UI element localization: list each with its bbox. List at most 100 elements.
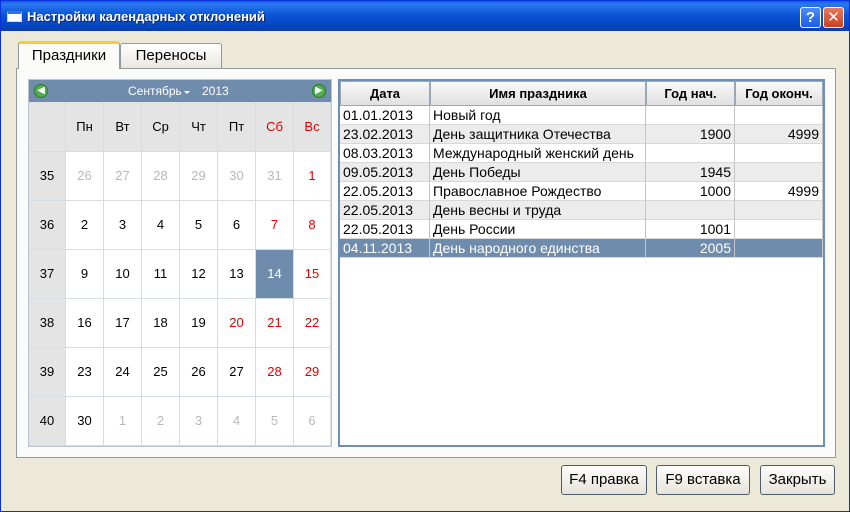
cell-holiday-name[interactable]: День народного единства — [430, 239, 646, 258]
cell-date[interactable]: 23.02.2013 — [340, 125, 430, 144]
table-row[interactable]: 09.05.2013 День Победы 1945 — [340, 163, 823, 182]
cell-holiday-name[interactable]: День весны и труда — [430, 201, 646, 220]
table-row[interactable]: 22.05.2013 День весны и труда — [340, 201, 823, 220]
cell-date[interactable]: 01.01.2013 — [340, 106, 430, 125]
calendar-month[interactable]: Сентябрь — [128, 84, 182, 98]
cell-year-end[interactable] — [735, 201, 823, 220]
calendar-day[interactable]: 1 — [294, 152, 331, 201]
table-row[interactable]: 22.05.2013 День России 1001 — [340, 220, 823, 239]
cell-date[interactable]: 08.03.2013 — [340, 144, 430, 163]
calendar-day[interactable]: 6 — [294, 397, 331, 446]
calendar-day[interactable]: 6 — [218, 201, 256, 250]
table-row[interactable]: 01.01.2013 Новый год — [340, 106, 823, 125]
help-button[interactable]: ? — [800, 7, 821, 28]
calendar-day[interactable]: 29 — [294, 348, 331, 397]
column-header-year-start[interactable]: Год нач. — [646, 81, 735, 106]
cell-year-end[interactable] — [735, 220, 823, 239]
cell-holiday-name[interactable]: Православное Рождество — [430, 182, 646, 201]
calendar-day[interactable]: 23 — [66, 348, 104, 397]
calendar-day[interactable]: 21 — [256, 299, 294, 348]
calendar-day[interactable]: 30 — [66, 397, 104, 446]
calendar-day[interactable]: 7 — [256, 201, 294, 250]
calendar-day[interactable]: 11 — [142, 250, 180, 299]
calendar: ◀ Сентябрь 2013 ▶ Пн Вт Ср Чт Пт Сб Вс 35 26 27 28… — [28, 79, 332, 447]
calendar-day[interactable]: 5 — [180, 201, 218, 250]
calendar-day[interactable]: 8 — [294, 201, 331, 250]
arrow-left-icon[interactable]: ◀ — [34, 84, 48, 98]
calendar-day[interactable]: 3 — [180, 397, 218, 446]
calendar-day[interactable]: 26 — [66, 152, 104, 201]
edit-button[interactable]: F4 правка — [561, 465, 647, 495]
calendar-day[interactable]: 28 — [256, 348, 294, 397]
close-button[interactable]: Закрыть — [760, 465, 835, 495]
calendar-day[interactable]: 10 — [104, 250, 142, 299]
calendar-day[interactable]: 15 — [294, 250, 331, 299]
calendar-day[interactable]: 14 — [256, 250, 294, 299]
calendar-day[interactable]: 25 — [142, 348, 180, 397]
calendar-day[interactable]: 27 — [104, 152, 142, 201]
table-row[interactable]: 23.02.2013 День защитника Отечества 1900 49… — [340, 125, 823, 144]
cell-year-start[interactable]: 2005 — [646, 239, 735, 258]
cell-holiday-name[interactable]: День России — [430, 220, 646, 239]
calendar-day[interactable]: 4 — [142, 201, 180, 250]
cell-holiday-name[interactable]: Международный женский день — [430, 144, 646, 163]
calendar-day[interactable]: 13 — [218, 250, 256, 299]
calendar-day[interactable]: 2 — [66, 201, 104, 250]
cell-date[interactable]: 04.11.2013 — [340, 239, 430, 258]
cell-date[interactable]: 22.05.2013 — [340, 182, 430, 201]
calendar-day[interactable]: 18 — [142, 299, 180, 348]
cell-year-end[interactable] — [735, 163, 823, 182]
calendar-day[interactable]: 29 — [180, 152, 218, 201]
cell-date[interactable]: 09.05.2013 — [340, 163, 430, 182]
calendar-day[interactable]: 16 — [66, 299, 104, 348]
cell-year-start[interactable]: 1000 — [646, 182, 735, 201]
calendar-day[interactable]: 17 — [104, 299, 142, 348]
calendar-year[interactable]: 2013 — [202, 84, 229, 98]
cell-year-start[interactable]: 1900 — [646, 125, 735, 144]
cell-year-start[interactable]: 1001 — [646, 220, 735, 239]
table-row[interactable]: 04.11.2013 День народного единства 2005 — [340, 239, 823, 258]
title-bar[interactable]: Настройки календарных отклонений ? ✕ — [1, 1, 849, 31]
cell-year-end[interactable] — [735, 106, 823, 125]
cell-year-end[interactable]: 4999 — [735, 182, 823, 201]
calendar-day[interactable]: 12 — [180, 250, 218, 299]
calendar-day[interactable]: 3 — [104, 201, 142, 250]
calendar-day[interactable]: 27 — [218, 348, 256, 397]
cell-holiday-name[interactable]: День Победы — [430, 163, 646, 182]
calendar-day[interactable]: 26 — [180, 348, 218, 397]
calendar-day[interactable]: 20 — [218, 299, 256, 348]
chevron-down-icon[interactable] — [184, 91, 190, 94]
cell-year-end[interactable] — [735, 239, 823, 258]
calendar-day[interactable]: 30 — [218, 152, 256, 201]
cell-holiday-name[interactable]: День защитника Отечества — [430, 125, 646, 144]
cell-year-end[interactable] — [735, 144, 823, 163]
cell-year-start[interactable] — [646, 106, 735, 125]
cell-date[interactable]: 22.05.2013 — [340, 201, 430, 220]
calendar-day[interactable]: 24 — [104, 348, 142, 397]
table-row[interactable]: 22.05.2013 Православное Рождество 1000 4999 — [340, 182, 823, 201]
arrow-right-icon[interactable]: ▶ — [312, 84, 326, 98]
calendar-day[interactable]: 19 — [180, 299, 218, 348]
cell-year-start[interactable] — [646, 201, 735, 220]
close-window-button[interactable]: ✕ — [823, 7, 844, 28]
tab-transfers[interactable]: Переносы — [120, 43, 222, 68]
column-header-name[interactable]: Имя праздника — [430, 81, 646, 106]
calendar-day[interactable]: 28 — [142, 152, 180, 201]
tab-holidays[interactable]: Праздники — [18, 41, 120, 69]
column-header-date[interactable]: Дата — [340, 81, 430, 106]
cell-year-end[interactable]: 4999 — [735, 125, 823, 144]
calendar-day[interactable]: 9 — [66, 250, 104, 299]
cell-date[interactable]: 22.05.2013 — [340, 220, 430, 239]
cell-holiday-name[interactable]: Новый год — [430, 106, 646, 125]
calendar-day[interactable]: 1 — [104, 397, 142, 446]
calendar-day[interactable]: 2 — [142, 397, 180, 446]
column-header-year-end[interactable]: Год оконч. — [735, 81, 823, 106]
table-row[interactable]: 08.03.2013 Международный женский день — [340, 144, 823, 163]
calendar-day[interactable]: 31 — [256, 152, 294, 201]
cell-year-start[interactable]: 1945 — [646, 163, 735, 182]
calendar-day[interactable]: 22 — [294, 299, 331, 348]
insert-button[interactable]: F9 вставка — [656, 465, 750, 495]
calendar-day[interactable]: 4 — [218, 397, 256, 446]
cell-year-start[interactable] — [646, 144, 735, 163]
calendar-day[interactable]: 5 — [256, 397, 294, 446]
